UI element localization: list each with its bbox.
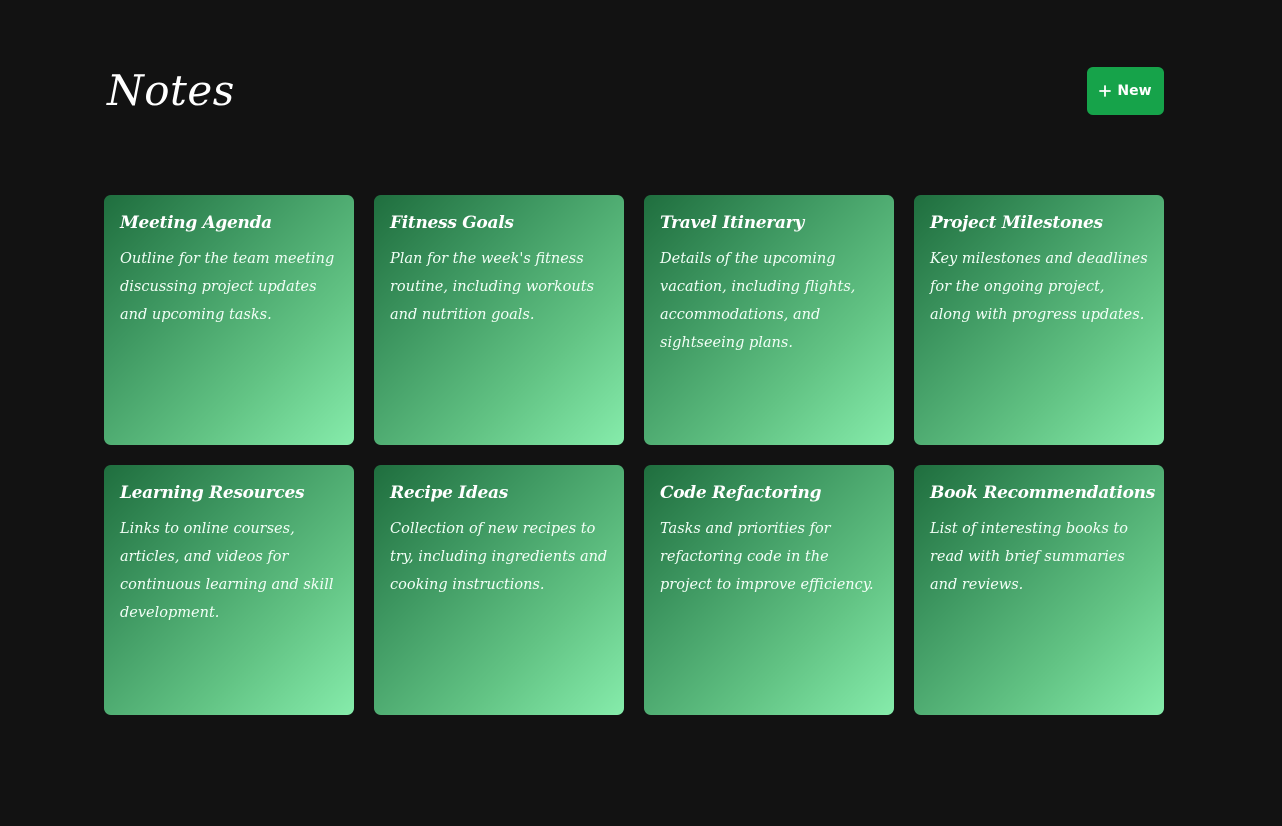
- note-card[interactable]: Meeting Agenda Outline for the team meet…: [104, 195, 354, 445]
- note-body: Tasks and priorities for refactoring cod…: [660, 521, 874, 593]
- note-title: Meeting Agenda: [120, 213, 272, 233]
- plus-icon: [1099, 85, 1112, 97]
- note-card[interactable]: Code Refactoring Tasks and priorities fo…: [644, 465, 894, 715]
- note-title: Recipe Ideas: [390, 483, 509, 503]
- note-body: List of interesting books to read with b…: [930, 521, 1129, 593]
- note-card[interactable]: Book Recommendations List of interesting…: [914, 465, 1164, 715]
- note-card[interactable]: Travel Itinerary Details of the upcoming…: [644, 195, 894, 445]
- note-body: Details of the upcoming vacation, includ…: [660, 251, 856, 351]
- note-body: Key milestones and deadlines for the ong…: [930, 251, 1148, 323]
- note-card[interactable]: Recipe Ideas Collection of new recipes t…: [374, 465, 624, 715]
- new-note-button[interactable]: New: [1087, 67, 1164, 115]
- note-title: Fitness Goals: [390, 213, 514, 233]
- new-button-label: New: [1117, 83, 1152, 99]
- page-title: Notes: [107, 66, 235, 115]
- note-card[interactable]: Learning Resources Links to online cours…: [104, 465, 354, 715]
- note-title: Learning Resources: [120, 483, 305, 503]
- note-card[interactable]: Fitness Goals Plan for the week's fitnes…: [374, 195, 624, 445]
- notes-grid: Meeting Agenda Outline for the team meet…: [104, 195, 1164, 715]
- note-title: Project Milestones: [930, 213, 1103, 233]
- note-body: Collection of new recipes to try, includ…: [390, 521, 608, 593]
- note-card[interactable]: Project Milestones Key milestones and de…: [914, 195, 1164, 445]
- note-title: Travel Itinerary: [660, 213, 804, 233]
- note-title: Code Refactoring: [660, 483, 822, 503]
- note-body: Plan for the week's fitness routine, inc…: [390, 251, 595, 323]
- note-body: Outline for the team meeting discussing …: [120, 251, 335, 323]
- note-body: Links to online courses, articles, and v…: [120, 521, 334, 621]
- note-title: Book Recommendations: [930, 483, 1156, 503]
